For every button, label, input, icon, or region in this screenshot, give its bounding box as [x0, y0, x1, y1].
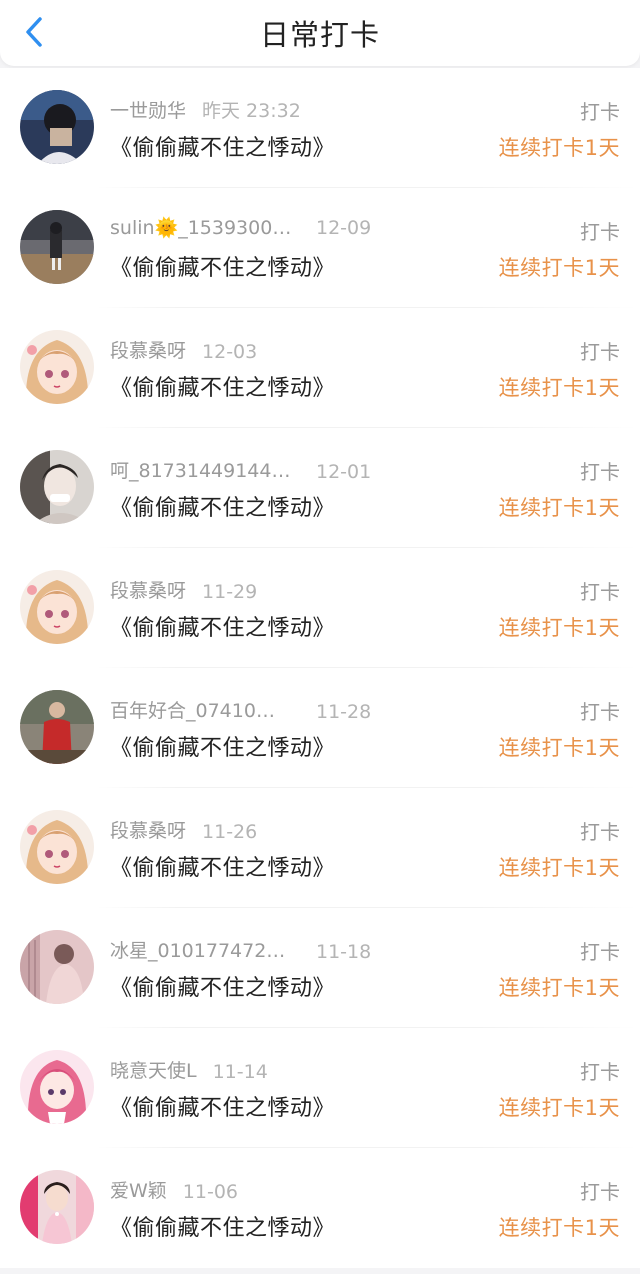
user-name[interactable]: 段慕桑呀: [110, 336, 186, 363]
list-item[interactable]: sulin🌞_1539300… 12-09 《偷偷藏不住之悸动》 打卡 连续打卡1…: [0, 188, 640, 308]
entry-meta: 冰星_010177472… 11-18: [110, 936, 371, 963]
list-item[interactable]: 段慕桑呀 12-03 《偷偷藏不住之悸动》 打卡 连续打卡1天: [0, 308, 640, 428]
avatar[interactable]: [20, 210, 94, 284]
checkin-label: 打卡: [580, 460, 620, 484]
entry-date: 昨天 23:32: [202, 100, 301, 122]
entry-meta: 爱W颖 11-06: [110, 1176, 238, 1203]
checkin-label: 打卡: [580, 940, 620, 964]
user-name[interactable]: 晓意天使L: [110, 1056, 197, 1083]
book-title[interactable]: 《偷偷藏不住之悸动》: [110, 370, 335, 402]
checkin-label: 打卡: [580, 340, 620, 364]
entry-date: 12-03: [202, 341, 258, 363]
book-title[interactable]: 《偷偷藏不住之悸动》: [110, 850, 335, 882]
book-title[interactable]: 《偷偷藏不住之悸动》: [110, 730, 335, 762]
user-name[interactable]: 一世勋华: [110, 96, 186, 123]
book-title[interactable]: 《偷偷藏不住之悸动》: [110, 1090, 335, 1122]
entry-date: 11-18: [316, 941, 372, 963]
streak-label: 连续打卡1天: [498, 496, 620, 520]
book-title[interactable]: 《偷偷藏不住之悸动》: [110, 610, 335, 642]
entry-date: 12-09: [316, 217, 372, 239]
entry-meta: 呵_81731449144… 12-01: [110, 456, 371, 483]
avatar[interactable]: [20, 1050, 94, 1124]
avatar[interactable]: [20, 930, 94, 1004]
checkin-screen: 日常打卡 一世勋华昨天 23:32 《偷偷藏不住之悸动》 打卡 连续打卡1天: [0, 0, 640, 1274]
entry-meta: 段慕桑呀 12-03: [110, 336, 257, 363]
avatar-photo-street-icon: [20, 210, 94, 284]
avatar-photo-boy-icon: [20, 90, 94, 164]
streak-label: 连续打卡1天: [498, 256, 620, 280]
streak-label: 连续打卡1天: [498, 1216, 620, 1240]
entry-date: 11-06: [182, 1181, 239, 1203]
checkin-label: 打卡: [580, 580, 620, 604]
entry-date: 11-14: [212, 1061, 268, 1083]
entry-meta: 段慕桑呀 11-29: [110, 576, 257, 603]
user-name[interactable]: 爱W颖: [110, 1176, 167, 1203]
list-item[interactable]: 晓意天使L 11-14 《偷偷藏不住之悸动》 打卡 连续打卡1天: [0, 1028, 640, 1148]
entry-meta: sulin🌞_1539300… 12-09: [110, 216, 371, 239]
book-title[interactable]: 《偷偷藏不住之悸动》: [110, 130, 335, 162]
checkin-label: 打卡: [580, 100, 620, 124]
user-name[interactable]: 段慕桑呀: [110, 816, 186, 843]
top-bar: 日常打卡: [0, 0, 640, 66]
entry-date: 11-26: [202, 821, 258, 843]
list-item[interactable]: 一世勋华 昨天 23:32 《偷偷藏不住之悸动》 打卡 连续打卡1天: [0, 68, 640, 188]
entry-date: 11-28: [316, 701, 372, 723]
avatar-anime-girl-icon: [20, 810, 94, 884]
entry-meta: 百年好合_07410… 11-28: [110, 696, 371, 723]
entry-meta: 晓意天使L 11-14: [110, 1056, 268, 1083]
user-name[interactable]: 百年好合_07410…: [110, 696, 300, 723]
list-item[interactable]: 段慕桑呀 11-26 《偷偷藏不住之悸动》 打卡 连续打卡1天: [0, 788, 640, 908]
page-title: 日常打卡: [259, 18, 380, 52]
list-item[interactable]: 段慕桑呀 11-29 《偷偷藏不住之悸动》 打卡 连续打卡1天: [0, 548, 640, 668]
list-item[interactable]: 呵_81731449144… 12-01 《偷偷藏不住之悸动》 打卡 连续打卡1天: [0, 428, 640, 548]
book-title[interactable]: 《偷偷藏不住之悸动》: [110, 970, 335, 1002]
user-name[interactable]: sulin🌞_1539300…: [110, 216, 300, 239]
avatar[interactable]: [20, 570, 94, 644]
list-item[interactable]: 爱W颖 11-06 《偷偷藏不住之悸动》 打卡 连续打卡1天: [0, 1148, 640, 1268]
list-item[interactable]: 百年好合_07410… 11-28 《偷偷藏不住之悸动》 打卡 连续打卡1天: [0, 668, 640, 788]
avatar[interactable]: [20, 690, 94, 764]
entry-date: 11-29: [202, 581, 258, 603]
avatar[interactable]: [20, 330, 94, 404]
user-name[interactable]: 段慕桑呀: [110, 576, 186, 603]
checkin-label: 打卡: [580, 1060, 620, 1084]
avatar-anime-pink-hair-icon: [20, 1050, 94, 1124]
streak-label: 连续打卡1天: [498, 136, 620, 160]
entry-date: 12-01: [316, 461, 372, 483]
entry-meta: 一世勋华 昨天 23:32: [110, 96, 301, 123]
streak-label: 连续打卡1天: [498, 1096, 620, 1120]
list-item[interactable]: 冰星_010177472… 11-18 《偷偷藏不住之悸动》 打卡 连续打卡1天: [0, 908, 640, 1028]
checkin-list: 一世勋华 昨天 23:32 《偷偷藏不住之悸动》 打卡 连续打卡1天 sulin…: [0, 68, 640, 1268]
user-name[interactable]: 冰星_010177472…: [110, 936, 300, 963]
avatar[interactable]: [20, 1170, 94, 1244]
book-title[interactable]: 《偷偷藏不住之悸动》: [110, 250, 335, 282]
checkin-label: 打卡: [580, 1180, 620, 1204]
streak-label: 连续打卡1天: [498, 736, 620, 760]
avatar[interactable]: [20, 450, 94, 524]
avatar[interactable]: [20, 90, 94, 164]
checkin-label: 打卡: [580, 700, 620, 724]
avatar-photo-girl-icon: [20, 450, 94, 524]
book-title[interactable]: 《偷偷藏不住之悸动》: [110, 490, 335, 522]
book-title[interactable]: 《偷偷藏不住之悸动》: [110, 1210, 335, 1242]
avatar-photo-pink-icon: [20, 930, 94, 1004]
streak-label: 连续打卡1天: [498, 856, 620, 880]
entry-meta: 段慕桑呀 11-26: [110, 816, 257, 843]
user-name[interactable]: 呵_81731449144…: [110, 456, 300, 483]
avatar-photo-red-coat-icon: [20, 690, 94, 764]
avatar[interactable]: [20, 810, 94, 884]
checkin-label: 打卡: [580, 220, 620, 244]
avatar-anime-girl-icon: [20, 570, 94, 644]
avatar-anime-girl-icon: [20, 330, 94, 404]
streak-label: 连续打卡1天: [498, 976, 620, 1000]
streak-label: 连续打卡1天: [498, 616, 620, 640]
streak-label: 连续打卡1天: [498, 376, 620, 400]
checkin-label: 打卡: [580, 820, 620, 844]
avatar-photo-pink-dress-icon: [20, 1170, 94, 1244]
